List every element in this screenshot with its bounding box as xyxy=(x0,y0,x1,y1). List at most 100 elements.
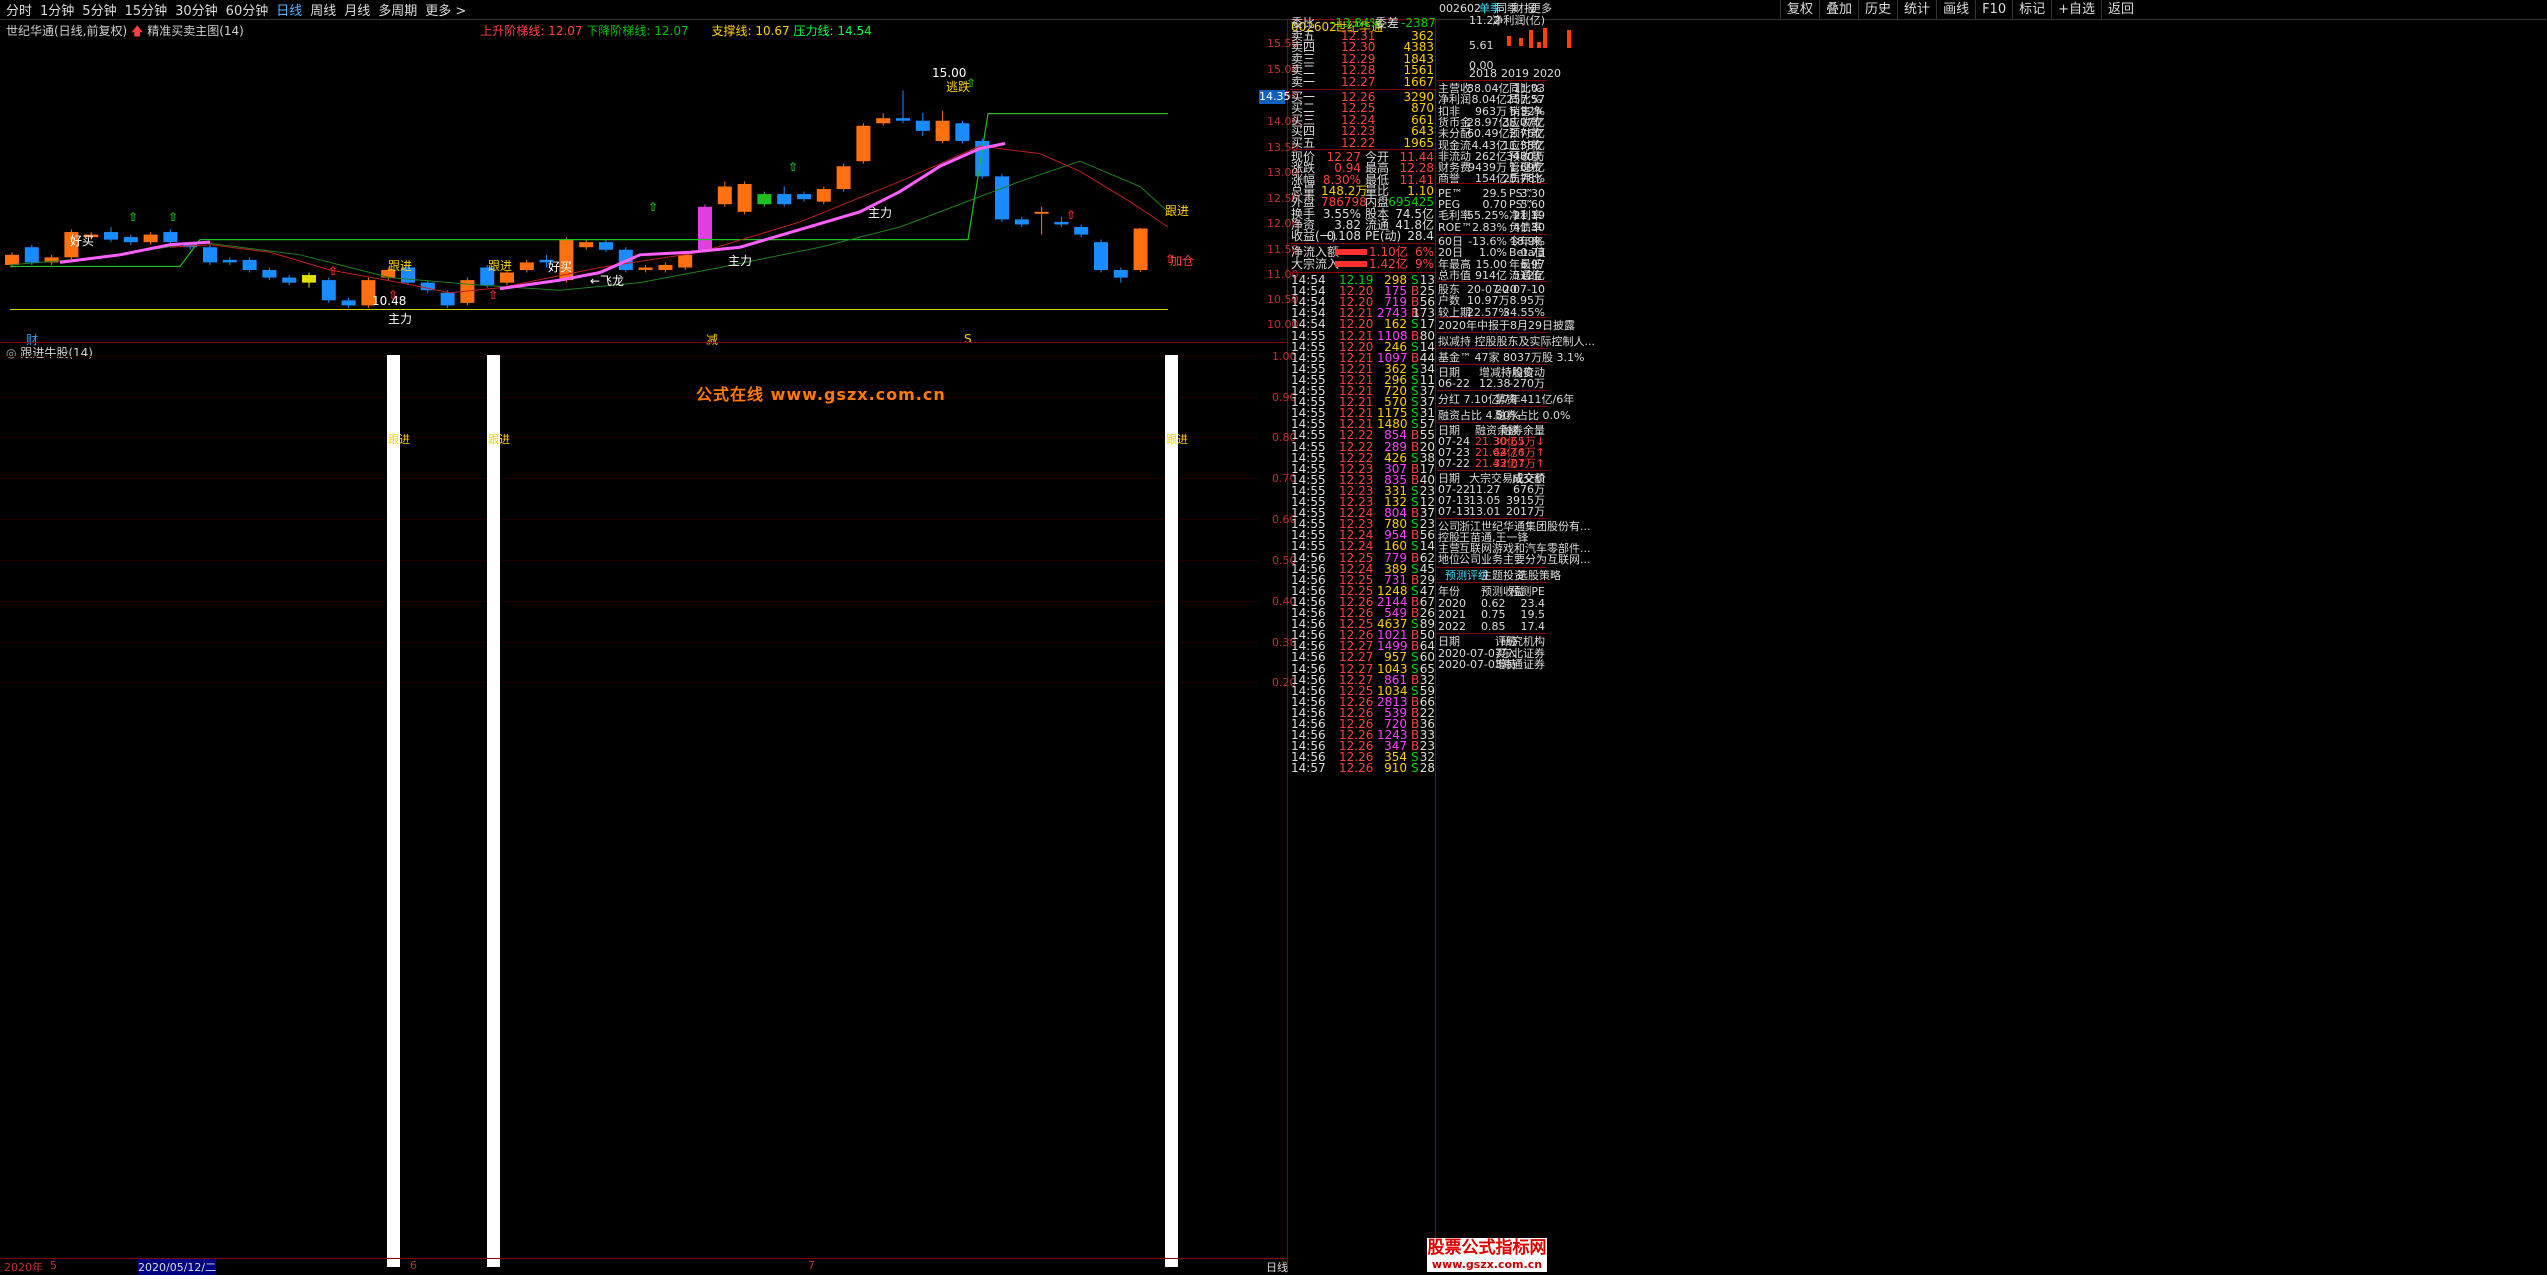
period-tab[interactable]: 月线 xyxy=(344,0,370,19)
weibi-label: 委比 xyxy=(1291,16,1316,30)
forecast-tab[interactable]: 选股策略 xyxy=(1517,570,1561,581)
candle-body[interactable] xyxy=(104,232,118,240)
candle-body[interactable] xyxy=(876,118,891,124)
candle-body[interactable] xyxy=(321,280,336,301)
candle-body[interactable] xyxy=(5,254,19,265)
candle-body[interactable] xyxy=(1054,221,1069,225)
indicator-name[interactable]: 精准买卖主图(14) xyxy=(147,24,244,38)
candle-body[interactable] xyxy=(678,254,693,268)
info-cell: 4.43亿 xyxy=(1471,138,1508,152)
candle-body[interactable] xyxy=(222,259,237,263)
candle-body[interactable] xyxy=(856,125,871,162)
candle-body[interactable] xyxy=(123,237,138,243)
candle-body[interactable] xyxy=(242,259,257,270)
candle-body[interactable] xyxy=(500,272,514,283)
quote-cell: 14:57 xyxy=(1291,761,1326,776)
candle-body[interactable] xyxy=(1113,269,1128,278)
toolbar-button[interactable]: F10 xyxy=(1975,0,2012,20)
period-tab[interactable]: 日线 xyxy=(276,0,302,19)
toolbar-button[interactable]: 复权 xyxy=(1780,0,1819,20)
candle-body[interactable] xyxy=(519,262,534,270)
candle-body[interactable] xyxy=(1133,228,1148,270)
candle-body[interactable] xyxy=(599,242,613,250)
candle-body[interactable] xyxy=(717,186,732,205)
logo-url: www.gszx.com.cn xyxy=(1431,1258,1543,1271)
candle-body[interactable] xyxy=(797,194,811,200)
info-panel: 002602 单季 同季 财报 更多 11.22 净利润(亿) 5.61 0.00 2018 201… xyxy=(1437,0,1595,1272)
candle-body[interactable] xyxy=(302,275,316,283)
candle-body[interactable] xyxy=(896,118,910,121)
candle-body[interactable] xyxy=(757,194,772,205)
candle-body[interactable] xyxy=(935,120,950,141)
chart-area[interactable]: 世纪华通(日线,前复权) 🡅 精准买卖主图(14) 上升阶梯线: 12.07 下… xyxy=(0,20,1299,1275)
candle-body[interactable] xyxy=(955,123,970,141)
candle-body[interactable] xyxy=(737,183,752,212)
info-cell: 基金™ 47家 8037万股 3.1% xyxy=(1438,351,1585,364)
candle-body[interactable] xyxy=(1074,226,1089,235)
chart-annotation: 跟进 xyxy=(488,259,513,273)
candle-body[interactable] xyxy=(995,176,1009,220)
candle-body[interactable] xyxy=(777,194,792,205)
candle-body[interactable] xyxy=(341,300,356,306)
period-tab[interactable]: 15分钟 xyxy=(125,0,168,19)
toolbar-button[interactable]: +自选 xyxy=(2051,0,2101,20)
fin-tab[interactable]: 更多 xyxy=(1530,3,1552,14)
candle-body[interactable] xyxy=(816,189,831,202)
signal-arrow-icon: ⇧ xyxy=(788,160,799,174)
sub-indicator-header: ◎ 跟进牛股(14) xyxy=(6,344,93,361)
period-tab[interactable]: 1分钟 xyxy=(40,0,74,19)
candle-body[interactable] xyxy=(1034,211,1049,214)
date-axis: 2020年 5 2020/05/12/二 6 7 日线 xyxy=(0,1258,1288,1275)
candle-body[interactable] xyxy=(1014,219,1029,225)
period-tab[interactable]: 30分钟 xyxy=(175,0,218,19)
period-tab[interactable]: 周线 xyxy=(310,0,336,19)
candle-body[interactable] xyxy=(24,247,39,263)
period-tab[interactable]: 分时 xyxy=(6,0,32,19)
arrow-icon: 🡅 xyxy=(131,24,144,38)
quote-cell: 卖一 xyxy=(1291,74,1316,89)
toolbar-button[interactable]: 画线 xyxy=(1936,0,1975,20)
period-indicator[interactable]: 日线 xyxy=(1266,1259,1288,1275)
toolbar-button[interactable]: 标记 xyxy=(2012,0,2051,20)
settings-icon[interactable]: ◎ xyxy=(6,346,16,360)
candle-body[interactable] xyxy=(203,247,217,263)
candle-body[interactable] xyxy=(282,277,297,283)
candle-body[interactable] xyxy=(1094,242,1108,270)
divider xyxy=(1437,422,1547,423)
candle-body[interactable] xyxy=(440,292,455,306)
sub-indicator-name[interactable]: 跟进牛股(14) xyxy=(20,346,93,360)
quote-cell: 12.27 xyxy=(1341,74,1376,89)
x-tick: 7 xyxy=(808,1259,815,1272)
quote-cell: 1965 xyxy=(1403,135,1434,150)
signal-arrow-icon: ⇧ xyxy=(1165,252,1176,266)
divider xyxy=(1437,332,1547,333)
flow-bar xyxy=(1335,249,1367,255)
candle-body[interactable] xyxy=(658,264,673,270)
candle-body[interactable] xyxy=(915,120,930,131)
toolbar-button[interactable]: 返回 xyxy=(2101,0,2140,20)
candle-body[interactable] xyxy=(262,269,277,278)
candle-body[interactable] xyxy=(638,267,653,270)
info-cell: 41.30 xyxy=(1513,220,1546,234)
candle-body[interactable] xyxy=(163,232,178,243)
panel-divider xyxy=(0,342,1288,343)
toolbar-button[interactable]: 历史 xyxy=(1858,0,1897,20)
toolbar-button[interactable]: 叠加 xyxy=(1819,0,1858,20)
period-tab[interactable]: 多周期 xyxy=(378,0,417,19)
fin-row: 总市值 914亿 流通值 512亿 xyxy=(1437,270,1547,281)
period-tab[interactable]: 更多 > xyxy=(425,0,466,19)
candle-body[interactable] xyxy=(836,166,851,190)
x-tick: 6 xyxy=(410,1259,417,1272)
bid-row: 买五 12.22 1965 xyxy=(1289,137,1436,149)
candle-body[interactable] xyxy=(698,206,712,250)
candle-body[interactable] xyxy=(579,242,594,248)
quote-cell: 12.26 xyxy=(1339,761,1374,776)
period-tab[interactable]: 5分钟 xyxy=(82,0,116,19)
candlestick-chart[interactable] xyxy=(0,40,1258,340)
period-tab[interactable]: 60分钟 xyxy=(226,0,269,19)
toolbar-button[interactable]: 统计 xyxy=(1897,0,1936,20)
follow-signal-bar xyxy=(1165,355,1178,1267)
candle-body[interactable] xyxy=(143,234,158,243)
info-cell: 914亿 xyxy=(1475,268,1507,282)
fin-row: 未分配 60.49亿 预付款 2.76亿 xyxy=(1437,128,1547,139)
